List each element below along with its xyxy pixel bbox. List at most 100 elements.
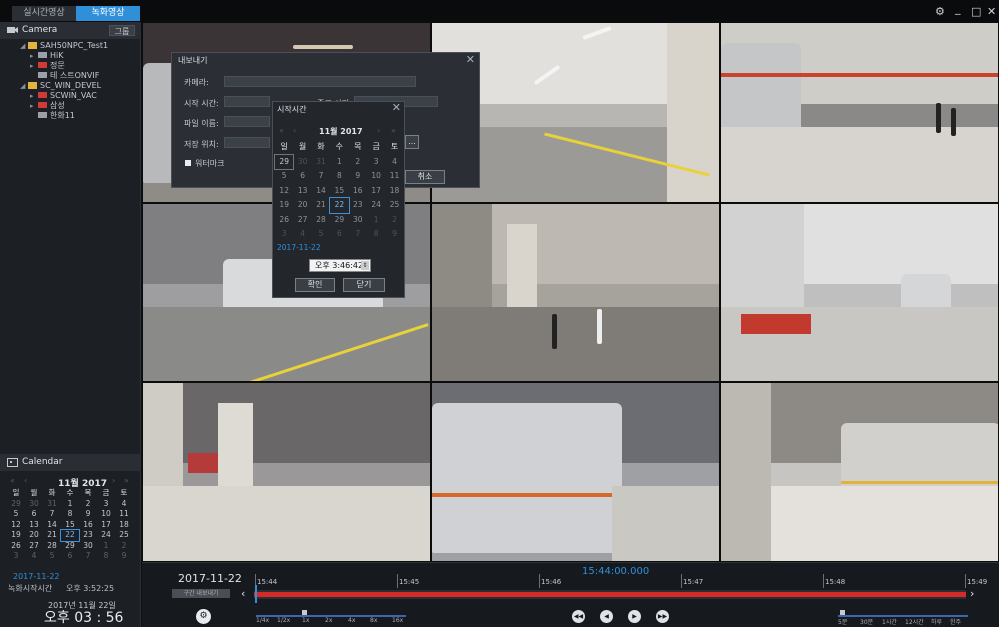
recording-bar[interactable] bbox=[254, 592, 966, 597]
tree-folder[interactable]: ◢ SAH50NPC_Test1 bbox=[20, 41, 108, 51]
calendar-day[interactable]: 14 bbox=[312, 184, 330, 199]
calendar-day[interactable]: 9 bbox=[385, 227, 403, 242]
calendar-day[interactable]: 7 bbox=[349, 227, 367, 242]
calendar-day[interactable]: 30 bbox=[79, 541, 97, 552]
calendar-day[interactable]: 21 bbox=[312, 198, 330, 213]
cancel-button[interactable]: 취소 bbox=[405, 170, 445, 184]
calendar-day[interactable]: 22 bbox=[60, 529, 80, 542]
tree-folder[interactable]: ◢ SC_WIN_DEVEL bbox=[20, 81, 101, 91]
calendar-day[interactable]: 30 bbox=[25, 499, 43, 510]
calendar-day[interactable]: 5 bbox=[7, 509, 25, 520]
calendar-day[interactable]: 6 bbox=[293, 169, 311, 184]
tree-camera[interactable]: ▸ SCWIN_VAC bbox=[30, 91, 97, 101]
calendar-day[interactable]: 31 bbox=[43, 499, 61, 510]
tab-recorded-video[interactable]: 녹화영상 bbox=[76, 6, 140, 21]
close-icon[interactable]: ✕ bbox=[392, 101, 401, 114]
watermark-checkbox[interactable] bbox=[185, 160, 191, 166]
calendar-day[interactable]: 17 bbox=[97, 520, 115, 531]
close-icon[interactable]: ✕ bbox=[987, 5, 996, 18]
calendar-day[interactable]: 15 bbox=[61, 520, 79, 531]
collapse-icon[interactable]: ▸ bbox=[30, 61, 38, 71]
timeline-cursor[interactable] bbox=[255, 585, 257, 603]
calendar-day[interactable]: 21 bbox=[43, 530, 61, 541]
calendar-day[interactable]: 12 bbox=[7, 520, 25, 531]
video-tile[interactable] bbox=[431, 203, 720, 382]
calendar-day[interactable]: 20 bbox=[293, 198, 311, 213]
calendar-day[interactable]: 16 bbox=[79, 520, 97, 531]
video-tile[interactable] bbox=[720, 22, 999, 203]
calendar-day[interactable]: 29 bbox=[61, 541, 79, 552]
camera-field[interactable] bbox=[224, 76, 416, 87]
calendar-day[interactable]: 26 bbox=[7, 541, 25, 552]
calendar-day[interactable]: 9 bbox=[349, 169, 367, 184]
calendar-day[interactable]: 23 bbox=[79, 530, 97, 541]
minimize-icon[interactable]: _ bbox=[955, 2, 961, 15]
prev-month-icon[interactable]: ‹ bbox=[293, 126, 296, 135]
time-input[interactable]: 오후 3:46:42 ⇕ bbox=[309, 259, 371, 272]
calendar-day[interactable]: 16 bbox=[349, 184, 367, 199]
calendar-day[interactable]: 19 bbox=[7, 530, 25, 541]
calendar-day[interactable]: 27 bbox=[25, 541, 43, 552]
calendar-day[interactable]: 4 bbox=[385, 155, 403, 170]
calendar-day[interactable]: 25 bbox=[385, 198, 403, 213]
tree-camera[interactable]: ▸ 정문 bbox=[30, 61, 65, 71]
calendar-day[interactable]: 3 bbox=[367, 155, 385, 170]
step-back-icon[interactable]: ◀ bbox=[600, 610, 613, 623]
calendar-day[interactable]: 3 bbox=[275, 227, 293, 242]
calendar-day[interactable]: 27 bbox=[293, 213, 311, 228]
save-location-field[interactable] bbox=[224, 137, 270, 148]
calendar-day[interactable]: 2 bbox=[349, 155, 367, 170]
calendar-day[interactable]: 26 bbox=[275, 213, 293, 228]
next-month-icon[interactable]: › bbox=[377, 126, 380, 135]
zoom-slider-thumb[interactable] bbox=[840, 610, 845, 615]
next-year-icon[interactable]: » bbox=[391, 126, 396, 135]
skip-forward-icon[interactable]: ▶▶ bbox=[656, 610, 669, 623]
calendar-day[interactable]: 7 bbox=[312, 169, 330, 184]
calendar-day[interactable]: 7 bbox=[43, 509, 61, 520]
calendar-day[interactable]: 22 bbox=[329, 197, 350, 214]
prev-year-icon[interactable]: « bbox=[10, 476, 15, 485]
tree-camera[interactable]: ▸ 삼성 bbox=[30, 101, 65, 111]
close-icon[interactable]: ✕ bbox=[466, 53, 475, 66]
calendar-day[interactable]: 15 bbox=[330, 184, 348, 199]
calendar-day[interactable]: 8 bbox=[330, 169, 348, 184]
calendar-day[interactable]: 29 bbox=[7, 499, 25, 510]
calendar-day[interactable]: 9 bbox=[115, 551, 133, 562]
calendar-day[interactable]: 14 bbox=[43, 520, 61, 531]
calendar-day[interactable]: 5 bbox=[275, 169, 293, 184]
calendar-day[interactable]: 8 bbox=[367, 227, 385, 242]
calendar-day[interactable]: 1 bbox=[97, 541, 115, 552]
settings-icon[interactable]: ⚙ bbox=[196, 609, 211, 624]
calendar-day[interactable]: 8 bbox=[61, 509, 79, 520]
calendar-day[interactable]: 25 bbox=[115, 530, 133, 541]
video-tile[interactable] bbox=[720, 382, 999, 562]
calendar-day[interactable]: 6 bbox=[61, 551, 79, 562]
video-tile[interactable] bbox=[720, 203, 999, 382]
tree-camera[interactable]: ▸ HiK bbox=[30, 51, 63, 61]
play-icon[interactable]: ▶ bbox=[628, 610, 641, 623]
calendar-day[interactable]: 5 bbox=[43, 551, 61, 562]
calendar-day[interactable]: 4 bbox=[293, 227, 311, 242]
calendar-day[interactable]: 17 bbox=[367, 184, 385, 199]
skip-back-icon[interactable]: ◀◀ bbox=[572, 610, 585, 623]
calendar-day[interactable]: 29 bbox=[273, 153, 295, 170]
timeline-right-icon[interactable]: › bbox=[970, 587, 974, 600]
calendar-day[interactable]: 2 bbox=[115, 541, 133, 552]
calendar-day[interactable]: 6 bbox=[330, 227, 348, 242]
calendar-day[interactable]: 19 bbox=[275, 198, 293, 213]
calendar-day[interactable]: 30 bbox=[349, 213, 367, 228]
calendar-day[interactable]: 2 bbox=[385, 213, 403, 228]
collapse-icon[interactable]: ▸ bbox=[30, 51, 38, 61]
expand-icon[interactable]: ◢ bbox=[20, 81, 28, 91]
prev-year-icon[interactable]: « bbox=[279, 126, 284, 135]
next-year-icon[interactable]: » bbox=[124, 476, 129, 485]
calendar-day[interactable]: 23 bbox=[349, 198, 367, 213]
calendar-day[interactable]: 1 bbox=[367, 213, 385, 228]
expand-icon[interactable]: ◢ bbox=[20, 41, 28, 51]
calendar-day[interactable]: 5 bbox=[312, 227, 330, 242]
calendar-day[interactable]: 1 bbox=[330, 155, 348, 170]
filename-field[interactable] bbox=[224, 116, 270, 127]
maximize-icon[interactable]: □ bbox=[971, 5, 981, 18]
calendar-day[interactable]: 13 bbox=[25, 520, 43, 531]
video-tile[interactable] bbox=[431, 382, 720, 562]
